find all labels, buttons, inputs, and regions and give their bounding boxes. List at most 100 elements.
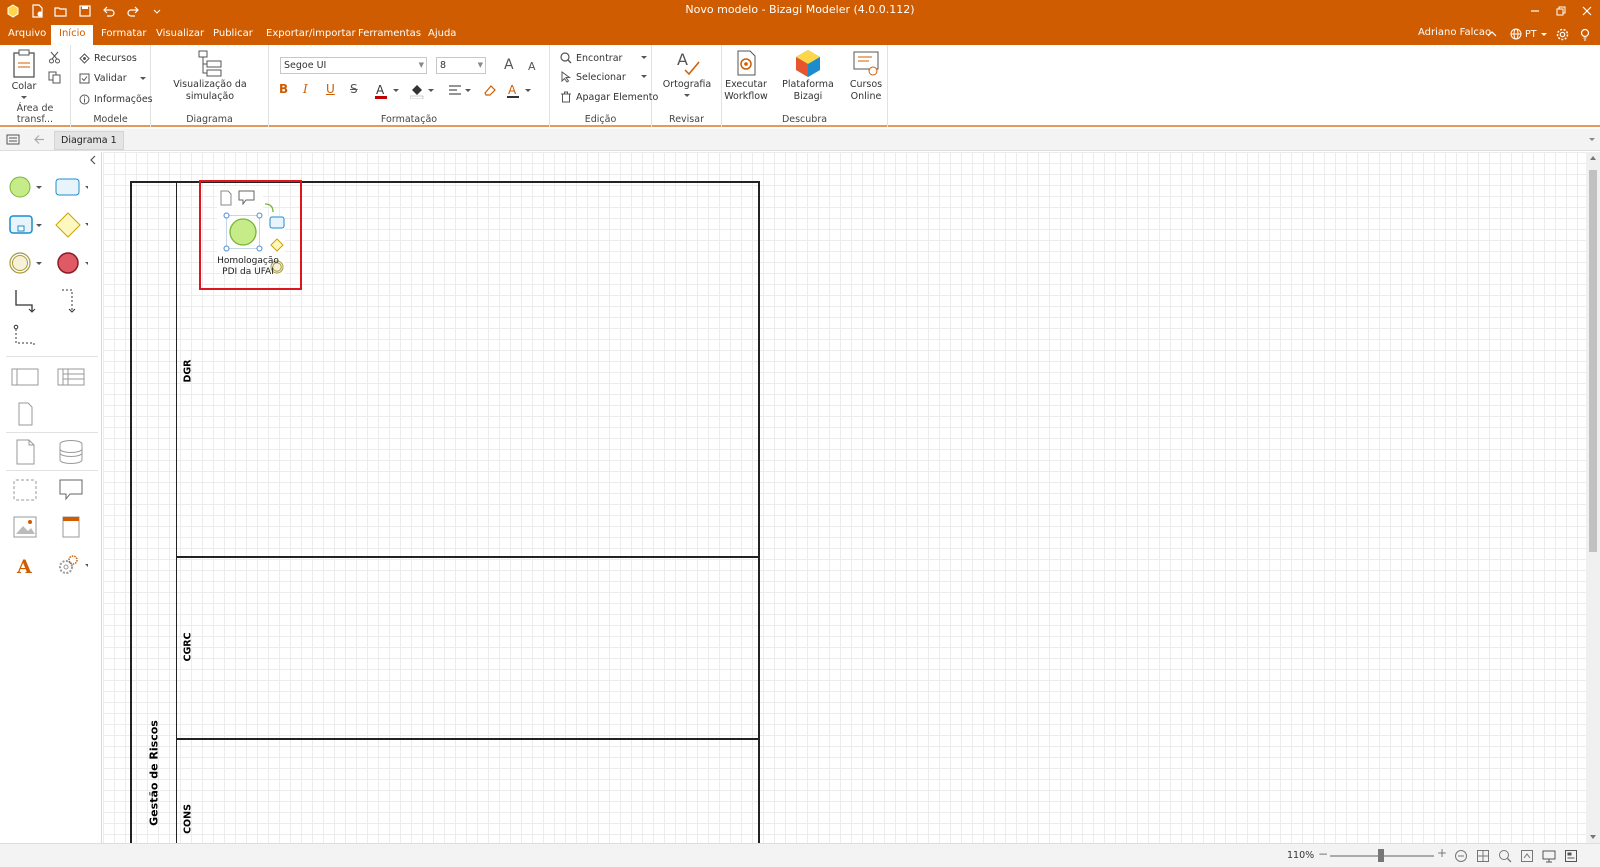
paste-button[interactable]: Colar <box>6 49 42 101</box>
gateway-tool[interactable] <box>54 210 88 240</box>
image-tool[interactable] <box>8 512 42 542</box>
message-flow-tool[interactable] <box>54 286 88 316</box>
new-file-icon[interactable] <box>28 2 46 20</box>
zoom-out-button[interactable]: − <box>1318 847 1328 861</box>
subprocess-tool[interactable] <box>8 210 42 240</box>
data-store-tool[interactable] <box>54 437 88 467</box>
diagram-canvas[interactable]: Gestão de Riscos DGR CGRC CONS Homologaç… <box>103 152 1586 843</box>
help-bulb-icon[interactable] <box>1580 25 1590 43</box>
tab-ferramentas[interactable]: Ferramentas <box>350 25 429 45</box>
vertical-scrollbar[interactable] <box>1586 152 1600 843</box>
pool-tool[interactable] <box>8 362 42 392</box>
tab-formatar[interactable]: Formatar <box>93 25 154 45</box>
open-folder-icon[interactable] <box>52 2 70 20</box>
milestone-tool[interactable] <box>8 399 42 429</box>
bold-button[interactable]: B <box>279 82 288 96</box>
tab-ajuda[interactable]: Ajuda <box>420 25 464 45</box>
scrollbar-thumb[interactable] <box>1589 170 1597 552</box>
close-button[interactable] <box>1574 0 1600 22</box>
scroll-up-icon[interactable] <box>1589 155 1597 161</box>
cut-button[interactable] <box>48 51 61 64</box>
delete-element-button[interactable]: Apagar Elemento <box>560 91 658 103</box>
font-color-button[interactable]: A <box>375 83 401 99</box>
find-button[interactable]: Encontrar <box>560 52 648 64</box>
align-button[interactable] <box>448 83 474 99</box>
start-event-tool[interactable] <box>8 172 42 202</box>
fill-color-button[interactable] <box>410 83 436 99</box>
search-icon <box>560 52 572 64</box>
pool-header[interactable]: Gestão de Riscos <box>132 183 177 843</box>
custom-shapes-tool[interactable] <box>54 550 88 580</box>
zoom-slider-thumb[interactable] <box>1378 849 1384 862</box>
customize-toolbar-icon[interactable] <box>148 2 166 20</box>
quick-access-toolbar <box>4 2 166 20</box>
overview-icon[interactable] <box>1564 849 1578 866</box>
execute-workflow-button[interactable]: Executar Workflow <box>724 49 768 103</box>
undo-icon[interactable] <box>100 2 118 20</box>
tab-exportar-importar[interactable]: Exportar/importar <box>258 25 364 45</box>
line-color-button[interactable]: A <box>507 83 533 99</box>
grow-font-button[interactable]: A <box>504 57 514 73</box>
title-bar: Novo modelo - Bizagi Modeler (4.0.0.112) <box>0 0 1600 22</box>
tab-diagrama-1[interactable]: Diagrama 1 <box>54 131 124 150</box>
scroll-down-icon[interactable] <box>1589 834 1597 840</box>
task-tool[interactable] <box>54 172 88 202</box>
header-tool[interactable] <box>54 512 88 542</box>
gateway-icon <box>55 212 88 238</box>
strikethrough-button[interactable]: S <box>350 82 358 96</box>
collapse-palette-icon[interactable] <box>88 154 98 169</box>
shrink-font-button[interactable]: A <box>528 60 536 73</box>
spelling-button[interactable]: A Ortografia <box>660 49 714 99</box>
select-button[interactable]: Selecionar <box>560 71 648 83</box>
fit-width-icon[interactable] <box>1520 849 1534 866</box>
font-size-select[interactable]: 8 ▼ <box>436 57 486 74</box>
intermediate-event-tool[interactable] <box>8 248 42 278</box>
zoom-actual-icon[interactable] <box>1454 849 1468 866</box>
annotation-tool[interactable] <box>54 475 88 505</box>
data-object-tool[interactable] <box>8 437 42 467</box>
clear-format-button[interactable] <box>483 83 497 97</box>
resources-button[interactable]: Recursos <box>79 53 137 64</box>
online-courses-button[interactable]: Cursos Online <box>846 49 886 103</box>
tab-visualizar[interactable]: Visualizar <box>148 25 212 45</box>
bizagi-platform-button[interactable]: Plataforma Bizagi <box>770 49 846 103</box>
info-button[interactable]: Informações <box>79 94 153 105</box>
tab-arquivo[interactable]: Arquivo <box>0 25 54 45</box>
association-tool[interactable] <box>8 322 42 352</box>
lane-tool[interactable] <box>54 362 88 392</box>
zoom-search-icon[interactable] <box>1498 849 1512 866</box>
sequence-flow-tool[interactable] <box>8 286 42 316</box>
restore-button[interactable] <box>1548 0 1574 22</box>
redo-icon[interactable] <box>124 2 142 20</box>
minimize-button[interactable] <box>1522 0 1548 22</box>
collapse-ribbon-icon[interactable] <box>1486 25 1498 43</box>
underline-button[interactable]: U <box>326 82 335 96</box>
fit-page-icon[interactable] <box>1476 849 1490 866</box>
zoom-in-button[interactable]: + <box>1437 846 1447 860</box>
lane-name-cgrc[interactable]: CGRC <box>183 632 194 661</box>
subprocess-icon <box>9 215 42 234</box>
resources-label: Recursos <box>94 53 137 64</box>
settings-icon[interactable] <box>1556 25 1569 43</box>
italic-button[interactable]: I <box>303 82 308 96</box>
copy-button[interactable] <box>48 71 61 84</box>
validate-button[interactable]: Validar <box>79 73 147 84</box>
tab-publicar[interactable]: Publicar <box>205 25 261 45</box>
font-family-select[interactable]: Segoe UI ▼ <box>280 57 427 74</box>
group-tool[interactable] <box>8 475 42 505</box>
tab-inicio[interactable]: Início <box>51 25 94 45</box>
lane-name-dgr[interactable]: DGR <box>183 360 194 383</box>
chevron-down-icon <box>640 75 647 78</box>
tabs-dropdown-icon[interactable] <box>1588 135 1596 146</box>
user-name[interactable]: Adriano Falcao <box>1418 27 1491 38</box>
save-icon[interactable] <box>76 2 94 20</box>
diagram-list-icon[interactable] <box>6 133 20 149</box>
simulation-view-button[interactable]: Visualização da simulação <box>153 49 267 103</box>
presentation-icon[interactable] <box>1542 849 1556 866</box>
end-event-tool[interactable] <box>54 248 88 278</box>
text-tool[interactable]: A <box>8 550 42 580</box>
bizagi-logo-icon[interactable] <box>4 2 22 20</box>
lane-name-cons[interactable]: CONS <box>183 804 194 834</box>
back-arrow-icon[interactable] <box>33 133 46 149</box>
language-selector[interactable]: PT <box>1510 25 1548 43</box>
